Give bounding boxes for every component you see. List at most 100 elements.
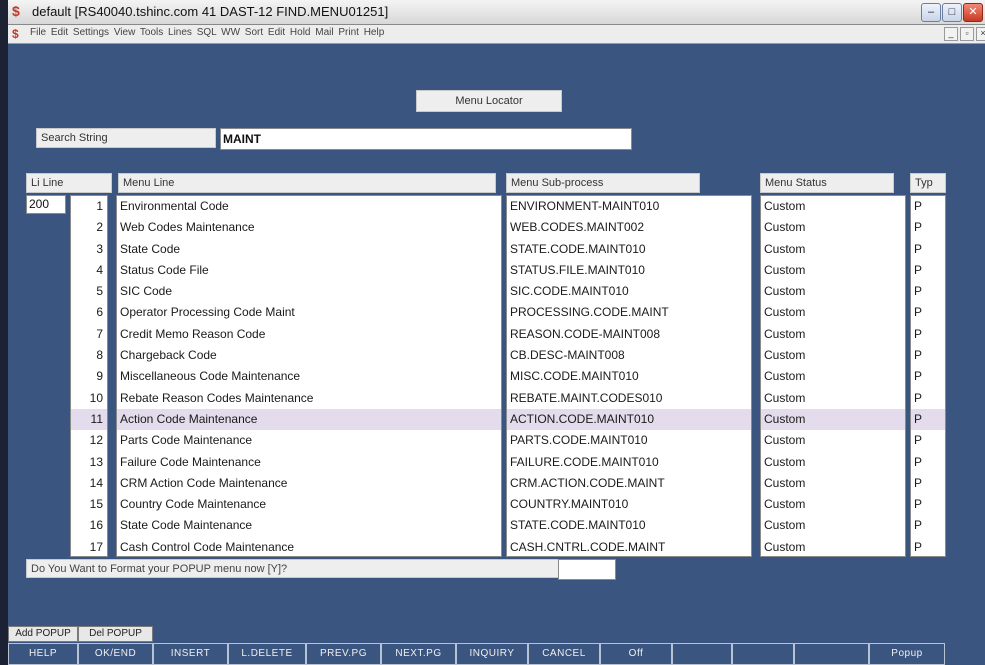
sub-process-cell[interactable]: STATUS.FILE.MAINT010: [507, 260, 751, 281]
menu-line-cell[interactable]: SIC Code: [117, 281, 501, 302]
maximize-button[interactable]: □: [942, 3, 962, 22]
type-cell[interactable]: P: [911, 452, 945, 473]
fkey-9[interactable]: Off: [600, 643, 672, 665]
status-cell[interactable]: Custom: [761, 430, 905, 451]
sub-process-cell[interactable]: PARTS.CODE.MAINT010: [507, 430, 751, 451]
menu-line-cell[interactable]: Operator Processing Code Maint: [117, 302, 501, 323]
row-number[interactable]: 14: [71, 473, 107, 494]
menu-line-cell[interactable]: Status Code File: [117, 260, 501, 281]
fkey-5[interactable]: PREV.PG: [306, 643, 381, 665]
fkey-11[interactable]: [732, 643, 794, 665]
status-cell[interactable]: Custom: [761, 281, 905, 302]
menu-line-cell[interactable]: State Code: [117, 239, 501, 260]
row-number[interactable]: 11: [71, 408, 107, 431]
row-number[interactable]: 15: [71, 494, 107, 515]
sub-process-cell[interactable]: STATE.CODE.MAINT010: [507, 515, 751, 536]
type-cell[interactable]: P: [911, 388, 945, 409]
status-cell[interactable]: Custom: [761, 494, 905, 515]
type-cell[interactable]: P: [911, 239, 945, 260]
status-cell[interactable]: Custom: [761, 260, 905, 281]
fkey-4[interactable]: L.DELETE: [228, 643, 306, 665]
type-cell[interactable]: P: [911, 281, 945, 302]
sub-process-cell[interactable]: SIC.CODE.MAINT010: [507, 281, 751, 302]
fkey-13[interactable]: Popup: [869, 643, 945, 665]
row-number[interactable]: 4: [71, 260, 107, 281]
type-cell[interactable]: P: [911, 302, 945, 323]
row-number[interactable]: 17: [71, 537, 107, 556]
li-input[interactable]: 200: [26, 195, 66, 214]
status-cell[interactable]: Custom: [761, 537, 905, 556]
status-cell[interactable]: Custom: [761, 324, 905, 345]
menu-line-cell[interactable]: Parts Code Maintenance: [117, 430, 501, 451]
sub-process-cell[interactable]: CB.DESC-MAINT008: [507, 345, 751, 366]
status-cell[interactable]: Custom: [761, 452, 905, 473]
sub-process-cell[interactable]: ENVIRONMENT-MAINT010: [507, 196, 751, 217]
sub-process-cell[interactable]: REBATE.MAINT.CODES010: [507, 388, 751, 409]
fkey-7[interactable]: INQUIRY: [456, 643, 528, 665]
menu-line-cell[interactable]: State Code Maintenance: [117, 515, 501, 536]
sub-process-cell[interactable]: CRM.ACTION.CODE.MAINT: [507, 473, 751, 494]
menu-line-cell[interactable]: Chargeback Code: [117, 345, 501, 366]
type-cell[interactable]: P: [911, 537, 945, 556]
sub-process-cell[interactable]: PROCESSING.CODE.MAINT: [507, 302, 751, 323]
row-number[interactable]: 16: [71, 515, 107, 536]
sub-process-cell[interactable]: COUNTRY.MAINT010: [507, 494, 751, 515]
row-number[interactable]: 7: [71, 324, 107, 345]
fkey-12[interactable]: [794, 643, 869, 665]
menu-line-cell[interactable]: Country Code Maintenance: [117, 494, 501, 515]
mdi-close-button[interactable]: ×: [976, 27, 985, 41]
row-number[interactable]: 2: [71, 217, 107, 238]
row-number[interactable]: 10: [71, 388, 107, 409]
row-number[interactable]: 12: [71, 430, 107, 451]
fkey-1[interactable]: HELP: [8, 643, 78, 665]
type-cell[interactable]: P: [911, 494, 945, 515]
status-cell[interactable]: Custom: [761, 366, 905, 387]
type-cell[interactable]: P: [911, 515, 945, 536]
fkey-2[interactable]: OK/END: [78, 643, 153, 665]
type-cell[interactable]: P: [911, 196, 945, 217]
row-number[interactable]: 9: [71, 366, 107, 387]
row-number[interactable]: 5: [71, 281, 107, 302]
type-cell[interactable]: P: [911, 473, 945, 494]
status-cell[interactable]: Custom: [761, 217, 905, 238]
fkey-top-2[interactable]: Del POPUP: [78, 626, 153, 642]
minimize-button[interactable]: –: [921, 3, 941, 22]
fkey-6[interactable]: NEXT.PG: [381, 643, 456, 665]
format-popup-answer-input[interactable]: [558, 559, 616, 580]
sub-process-cell[interactable]: ACTION.CODE.MAINT010: [507, 408, 751, 431]
menu-line-cell[interactable]: Failure Code Maintenance: [117, 452, 501, 473]
sub-process-cell[interactable]: FAILURE.CODE.MAINT010: [507, 452, 751, 473]
status-cell[interactable]: Custom: [761, 302, 905, 323]
sub-process-cell[interactable]: CASH.CNTRL.CODE.MAINT: [507, 537, 751, 556]
menu-items[interactable]: File Edit Settings View Tools Lines SQL …: [30, 27, 384, 38]
menu-line-cell[interactable]: CRM Action Code Maintenance: [117, 473, 501, 494]
status-cell[interactable]: Custom: [761, 473, 905, 494]
type-cell[interactable]: P: [911, 260, 945, 281]
fkey-10[interactable]: [672, 643, 732, 665]
sub-process-cell[interactable]: MISC.CODE.MAINT010: [507, 366, 751, 387]
type-cell[interactable]: P: [911, 217, 945, 238]
status-cell[interactable]: Custom: [761, 239, 905, 260]
menu-line-cell[interactable]: Credit Memo Reason Code: [117, 324, 501, 345]
fkey-3[interactable]: INSERT: [153, 643, 228, 665]
menu-line-cell[interactable]: Miscellaneous Code Maintenance: [117, 366, 501, 387]
type-cell[interactable]: P: [911, 430, 945, 451]
menu-line-cell[interactable]: Rebate Reason Codes Maintenance: [117, 388, 501, 409]
status-cell[interactable]: Custom: [761, 196, 905, 217]
menu-line-cell[interactable]: Action Code Maintenance: [117, 408, 501, 431]
fkey-top-1[interactable]: Add POPUP: [8, 626, 78, 642]
row-number[interactable]: 1: [71, 196, 107, 217]
status-cell[interactable]: Custom: [761, 345, 905, 366]
sub-process-cell[interactable]: REASON.CODE-MAINT008: [507, 324, 751, 345]
type-cell[interactable]: P: [911, 408, 945, 431]
close-button[interactable]: ✕: [963, 3, 983, 22]
status-cell[interactable]: Custom: [761, 515, 905, 536]
fkey-8[interactable]: CANCEL: [528, 643, 600, 665]
status-cell[interactable]: Custom: [761, 408, 905, 431]
sub-process-cell[interactable]: STATE.CODE.MAINT010: [507, 239, 751, 260]
menu-line-cell[interactable]: Web Codes Maintenance: [117, 217, 501, 238]
row-number[interactable]: 6: [71, 302, 107, 323]
sub-process-cell[interactable]: WEB.CODES.MAINT002: [507, 217, 751, 238]
mdi-restore-button[interactable]: ▫: [960, 27, 974, 41]
mdi-minimize-button[interactable]: _: [944, 27, 958, 41]
